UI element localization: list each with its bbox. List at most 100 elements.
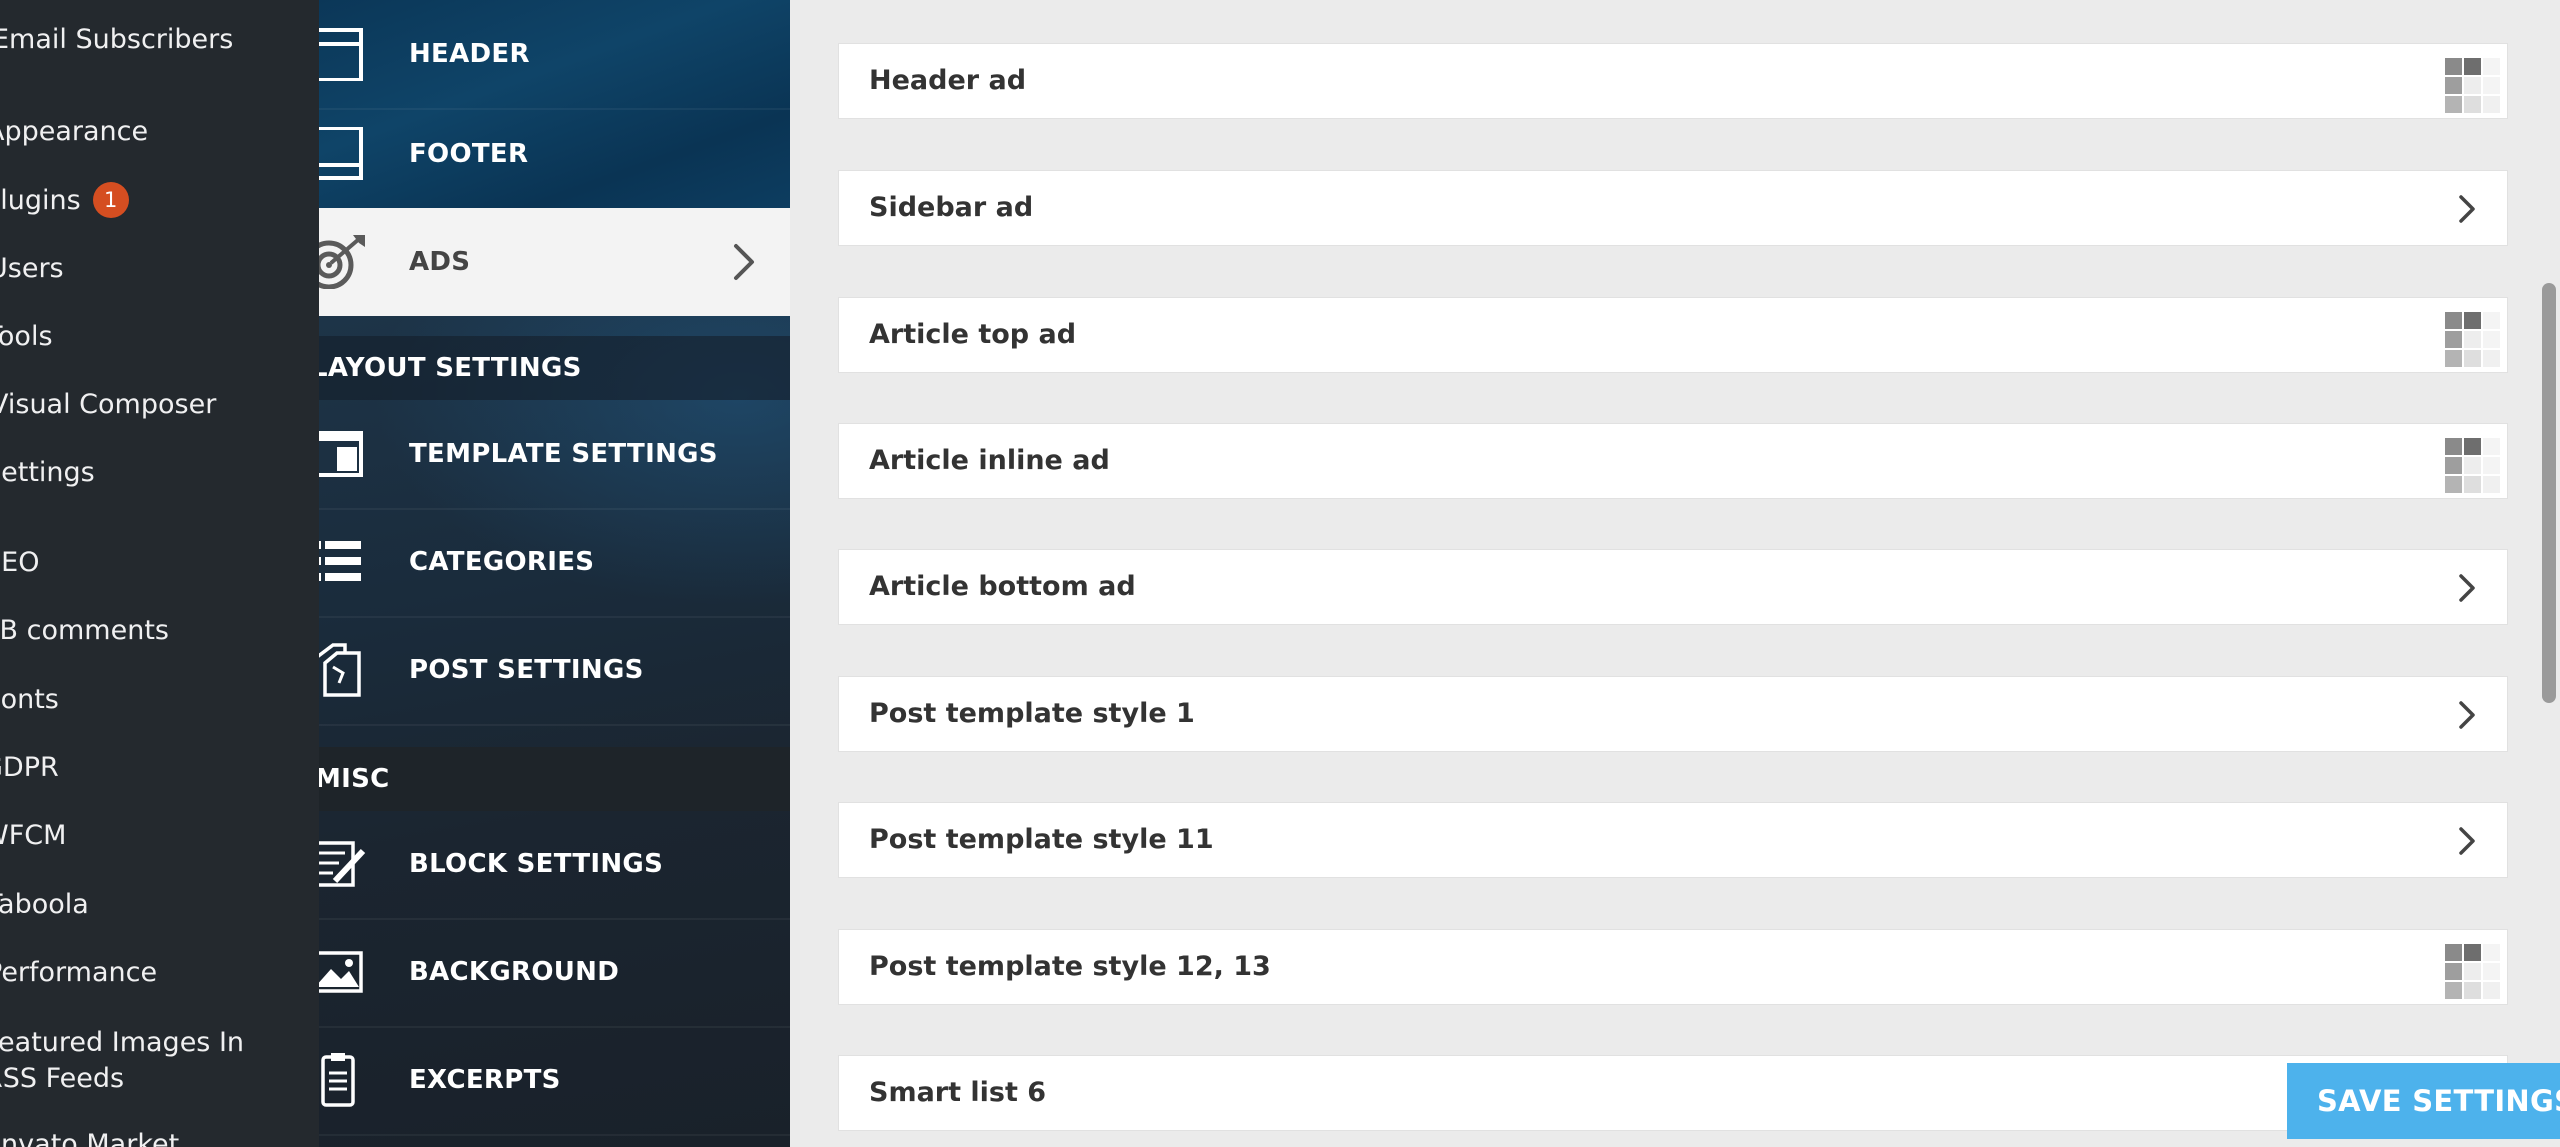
nav-item-label: BACKGROUND (409, 957, 620, 987)
setting-row-header-ad[interactable]: Header ad (838, 43, 2508, 119)
grid-cell (2483, 457, 2500, 474)
menu-item-label: Users (0, 253, 64, 284)
setting-row-sidebar-ad[interactable]: Sidebar ad (838, 170, 2508, 246)
menu-item-performance[interactable]: Performance (0, 955, 157, 991)
header-layout-icon (319, 27, 369, 82)
menu-item-label: Settings (0, 457, 95, 488)
grid-cell (2445, 476, 2462, 493)
grid-cell (2445, 77, 2462, 94)
grid-cell (2483, 58, 2500, 75)
menu-item-label: GDPR (0, 752, 59, 783)
grid-cell (2483, 963, 2500, 980)
menu-item-appearance[interactable]: Appearance (0, 114, 148, 150)
grid-cell (2464, 963, 2481, 980)
setting-row-post-template-style-1[interactable]: Post template style 1 (838, 676, 2508, 752)
setting-row-label: Sidebar ad (869, 192, 1034, 223)
menu-item-users[interactable]: Users (0, 251, 64, 287)
menu-item-fonts[interactable]: Fonts (0, 682, 59, 718)
grid-cell (2445, 312, 2462, 329)
template-window-icon (319, 427, 369, 481)
nav-item-ads[interactable]: ADS (319, 208, 790, 316)
grid-cell (2445, 944, 2462, 961)
setting-row-label: Post template style 1 (869, 698, 1195, 729)
setting-row-article-top-ad[interactable]: Article top ad (838, 297, 2508, 373)
content-scrollbar[interactable] (2542, 283, 2556, 703)
theme-panel-nav: HEADER FOOTER ADS LAYOUT SETTINGS TEMPLA… (319, 0, 790, 1147)
nav-item-label: EXCERPTS (409, 1065, 561, 1095)
menu-item-label: Plugins (0, 185, 81, 216)
menu-item-settings[interactable]: Settings (0, 455, 95, 491)
section-heading-layout-settings: LAYOUT SETTINGS (319, 336, 790, 400)
grid-cell (2464, 457, 2481, 474)
setting-row-label: Article top ad (869, 319, 1077, 350)
grid-cell (2464, 96, 2481, 113)
nav-item-categories[interactable]: CATEGORIES (319, 508, 790, 618)
setting-row-post-template-style-12-13[interactable]: Post template style 12, 13 (838, 929, 2508, 1005)
nav-item-label: TEMPLATE SETTINGS (409, 439, 718, 469)
grid-cell (2464, 438, 2481, 455)
menu-item-seo[interactable]: SEO (0, 545, 39, 581)
save-settings-button[interactable]: SAVE SETTINGS (2287, 1063, 2560, 1139)
grid-cell (2483, 331, 2500, 348)
grid-cell (2483, 96, 2500, 113)
grid-cell (2445, 350, 2462, 367)
chevron-right-icon (2451, 572, 2483, 604)
menu-item-plugins[interactable]: Plugins 1 (0, 181, 129, 220)
nav-item-block-settings[interactable]: BLOCK SETTINGS (319, 810, 790, 920)
loading-grid-icon (2437, 50, 2501, 114)
setting-row-article-inline-ad[interactable]: Article inline ad (838, 423, 2508, 499)
menu-item-wfcm[interactable]: WFCM (0, 818, 66, 854)
menu-item-label: Email Subscribers (0, 24, 234, 55)
menu-item-gdpr[interactable]: GDPR (0, 750, 59, 786)
setting-row-smart-list-6[interactable]: Smart list 6 (838, 1055, 2508, 1131)
wp-admin-sidebar: Email Subscribers Appearance Plugins 1 Us… (0, 0, 319, 1147)
menu-item-featured-images-rss[interactable]: Featured Images In RSS Feeds (0, 1025, 300, 1097)
grid-cell (2445, 982, 2462, 999)
setting-row-label: Header ad (869, 65, 1027, 96)
grid-cell (2464, 58, 2481, 75)
setting-row-label: Smart list 6 (869, 1077, 1047, 1108)
grid-cell (2483, 438, 2500, 455)
grid-cell (2464, 982, 2481, 999)
grid-cell (2464, 312, 2481, 329)
grid-cell (2483, 77, 2500, 94)
nav-item-label: FOOTER (409, 139, 529, 169)
menu-item-label: Featured Images In RSS Feeds (0, 1027, 245, 1094)
setting-row-article-bottom-ad[interactable]: Article bottom ad (838, 549, 2508, 625)
menu-item-fb-comments[interactable]: FB comments (0, 613, 169, 649)
menu-item-label: FB comments (0, 615, 169, 646)
grid-cell (2445, 58, 2462, 75)
menu-item-visual-composer[interactable]: Visual Composer (0, 387, 216, 423)
nav-item-template-settings[interactable]: TEMPLATE SETTINGS (319, 400, 790, 510)
target-icon (319, 235, 369, 290)
nav-item-post-settings[interactable]: POST SETTINGS (319, 616, 790, 726)
menu-item-tools[interactable]: Tools (0, 319, 53, 355)
menu-item-label: WFCM (0, 820, 67, 851)
menu-item-taboola[interactable]: Taboola (0, 887, 89, 923)
menu-item-label: Taboola (0, 889, 89, 920)
menu-item-email-subscribers[interactable]: Email Subscribers (0, 22, 233, 58)
loading-grid-icon (2437, 936, 2501, 1000)
nav-item-background[interactable]: BACKGROUND (319, 918, 790, 1028)
documents-icon (319, 643, 369, 697)
nav-item-label: HEADER (409, 39, 530, 69)
menu-item-envato-market[interactable]: Envato Market (0, 1127, 179, 1147)
setting-row-post-template-style-11[interactable]: Post template style 11 (838, 802, 2508, 878)
nav-item-excerpts[interactable]: EXCERPTS (319, 1026, 790, 1136)
grid-cell (2464, 77, 2481, 94)
section-heading-misc: MISC (319, 747, 790, 811)
grid-cell (2445, 96, 2462, 113)
loading-grid-icon (2437, 304, 2501, 368)
block-edit-icon (319, 837, 369, 891)
menu-item-label: Fonts (0, 684, 59, 715)
chevron-right-icon (2451, 193, 2483, 225)
plugins-update-badge: 1 (92, 181, 129, 218)
menu-item-label: Tools (0, 321, 53, 352)
menu-item-label: Visual Composer (0, 389, 217, 420)
nav-item-footer[interactable]: FOOTER (319, 100, 790, 210)
chevron-right-icon (2451, 699, 2483, 731)
nav-item-label: CATEGORIES (409, 547, 595, 577)
nav-item-label: POST SETTINGS (409, 655, 644, 685)
nav-item-label: BLOCK SETTINGS (409, 849, 664, 879)
nav-item-header[interactable]: HEADER (319, 0, 790, 110)
